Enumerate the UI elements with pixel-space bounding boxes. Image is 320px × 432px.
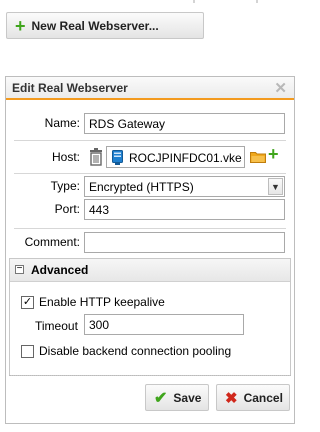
host-label: Host: (51, 150, 80, 164)
pooling-checkbox[interactable] (21, 345, 34, 358)
divider (14, 140, 286, 141)
cancel-label: Cancel (243, 390, 283, 405)
cancel-icon: ✖ (225, 389, 238, 407)
pooling-label: Disable backend connection pooling (39, 344, 232, 358)
comment-field[interactable] (84, 232, 285, 253)
cancel-button[interactable]: ✖ Cancel (216, 384, 290, 411)
host-field[interactable]: ROCJPINFDC01.vke (106, 146, 245, 168)
edit-real-webserver-dialog: Edit Real Webserver ✕ Name: RDS Gateway … (5, 76, 295, 424)
name-field[interactable]: RDS Gateway (84, 113, 285, 134)
footer-divider (9, 375, 291, 376)
host-field-group: ROCJPINFDC01.vke + (88, 144, 288, 170)
divider (14, 228, 286, 229)
name-label: Name: (44, 116, 80, 130)
divider (14, 173, 286, 174)
timeout-field[interactable]: 300 (84, 314, 244, 335)
type-value: Encrypted (HTTPS) (89, 180, 194, 194)
folder-icon[interactable] (250, 150, 266, 163)
new-real-webserver-button[interactable]: + New Real Webserver... (6, 12, 204, 39)
type-select[interactable]: Encrypted (HTTPS) ▼ (84, 176, 285, 197)
port-label: Port: (54, 202, 80, 216)
new-real-webserver-label: New Real Webserver... (31, 18, 159, 33)
host-value: ROCJPINFDC01.vke (129, 151, 242, 165)
close-icon[interactable]: ✕ (274, 79, 287, 97)
dialog-title: Edit Real Webserver (12, 81, 128, 95)
comment-label: Comment: (24, 235, 80, 249)
advanced-header[interactable]: − Advanced (10, 259, 290, 282)
plus-icon: + (15, 15, 26, 36)
save-label: Save (173, 390, 202, 405)
dialog-header: Edit Real Webserver ✕ (6, 77, 294, 100)
keepalive-checkbox[interactable]: ✓ (21, 296, 34, 309)
collapse-icon[interactable]: − (15, 264, 24, 274)
keepalive-label: Enable HTTP keepalive (39, 295, 165, 309)
type-label: Type: (50, 179, 80, 193)
dropdown-arrow-icon[interactable]: ▼ (268, 178, 283, 195)
trash-icon[interactable] (88, 148, 104, 166)
check-icon: ✔ (154, 389, 168, 407)
save-button[interactable]: ✔ Save (145, 384, 209, 411)
server-icon (112, 150, 123, 165)
add-icon[interactable]: + (268, 144, 279, 165)
toolbar-separator (0, 0, 298, 3)
advanced-title: Advanced (31, 263, 89, 277)
advanced-section: − Advanced ✓ Enable HTTP keepalive Timeo… (9, 258, 291, 376)
timeout-label: Timeout (35, 319, 78, 333)
port-field[interactable]: 443 (84, 199, 285, 220)
